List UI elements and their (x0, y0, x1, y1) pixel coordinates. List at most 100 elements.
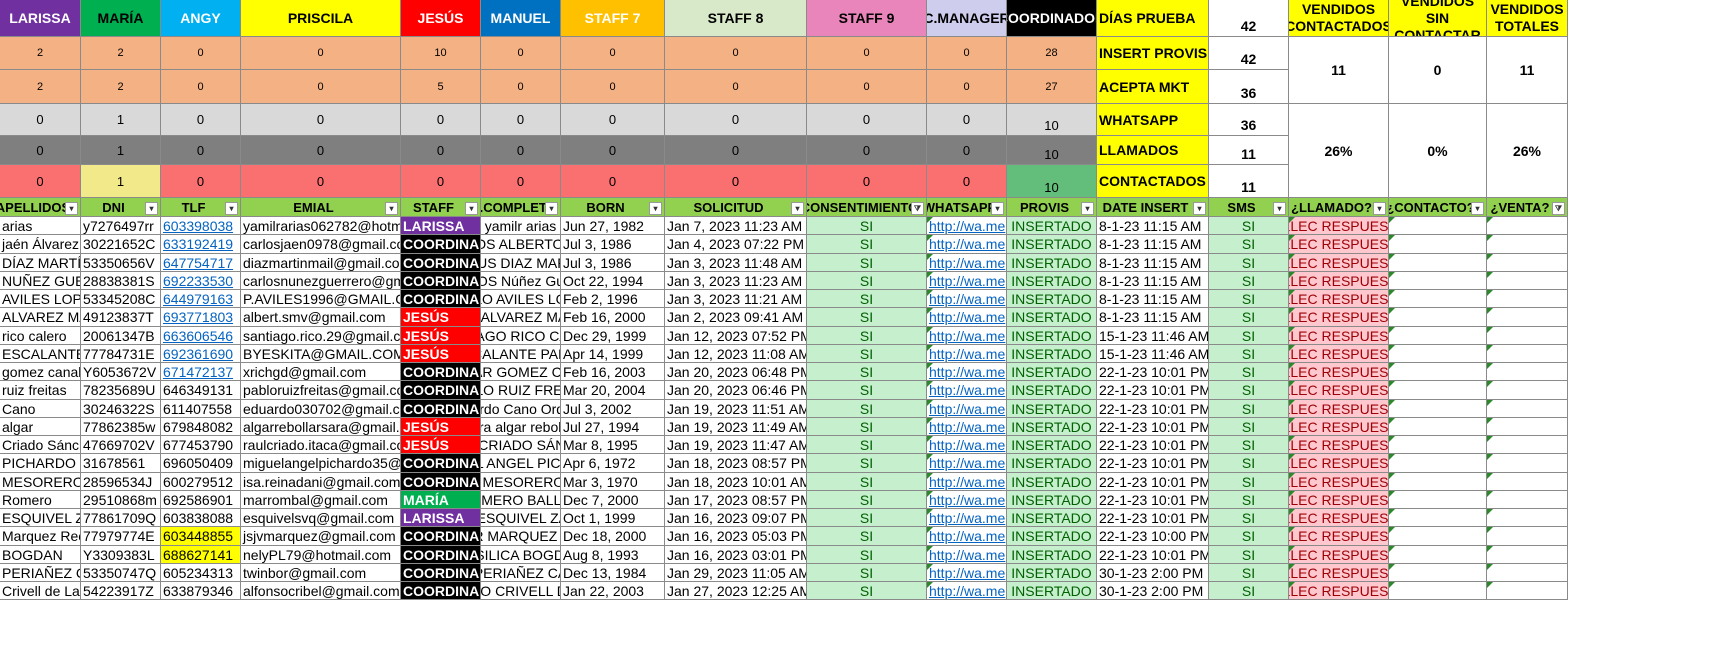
contacto-dropdown[interactable] (1389, 327, 1487, 345)
llamado-dropdown[interactable]: SELEC RESPUESTA (1289, 363, 1389, 381)
stat-cell[interactable]: 0 (161, 104, 241, 136)
stat-cell[interactable]: 0 (401, 104, 481, 136)
stat-cell[interactable]: 0 (161, 70, 241, 104)
stat-cell[interactable]: 0 (927, 165, 1007, 198)
whatsapp-link[interactable]: http://wa.me (927, 272, 1007, 290)
staff-dropdown[interactable]: COORDINADOR (401, 272, 481, 290)
contacto-dropdown[interactable] (1389, 509, 1487, 527)
whatsapp-link[interactable]: http://wa.me (927, 527, 1007, 546)
stat-cell[interactable]: 2 (81, 70, 161, 104)
whatsapp-link[interactable]: http://wa.me (927, 217, 1007, 235)
venta-dropdown[interactable] (1487, 400, 1568, 418)
filter-dropdown-icon[interactable]: ▾ (385, 202, 398, 215)
staff-header-cell[interactable]: C.MANAGER (927, 0, 1007, 37)
venta-dropdown[interactable] (1487, 454, 1568, 473)
stat-cell[interactable]: 5 (401, 70, 481, 104)
stat-cell[interactable]: 0 (161, 37, 241, 70)
llamado-dropdown[interactable]: SELEC RESPUESTA (1289, 582, 1389, 600)
stat-cell[interactable]: 1 (81, 104, 161, 136)
contacto-dropdown[interactable] (1389, 217, 1487, 235)
staff-dropdown[interactable]: LARISSA (401, 217, 481, 235)
contacto-dropdown[interactable] (1389, 491, 1487, 509)
whatsapp-link[interactable]: http://wa.me (927, 290, 1007, 308)
filter-dropdown-icon[interactable]: ▾ (1471, 202, 1484, 215)
stat-cell[interactable]: 0 (241, 70, 401, 104)
contacto-dropdown[interactable] (1389, 564, 1487, 582)
staff-dropdown[interactable]: COORDINADOR (401, 363, 481, 381)
staff-header-cell[interactable]: PRISCILA (241, 0, 401, 37)
staff-dropdown[interactable]: COORDINADOR (401, 527, 481, 546)
filter-dropdown-icon[interactable]: ▾ (65, 202, 78, 215)
llamado-dropdown[interactable]: SELEC RESPUESTA (1289, 473, 1389, 491)
contacto-dropdown[interactable] (1389, 345, 1487, 363)
cell-tlf[interactable]: 671472137 (161, 363, 241, 381)
whatsapp-link[interactable]: http://wa.me (927, 327, 1007, 345)
cell-tlf[interactable]: 633192419 (161, 235, 241, 254)
whatsapp-link[interactable]: http://wa.me (927, 491, 1007, 509)
staff-dropdown[interactable]: COORDINADOR (401, 254, 481, 272)
whatsapp-link[interactable]: http://wa.me (927, 564, 1007, 582)
staff-dropdown[interactable]: COORDINADOR (401, 290, 481, 308)
llamado-dropdown[interactable]: SELEC RESPUESTA (1289, 308, 1389, 327)
filter-dropdown-icon[interactable]: ▾ (145, 202, 158, 215)
stat-cell[interactable]: 0 (561, 136, 665, 165)
llamado-dropdown[interactable]: SELEC RESPUESTA (1289, 527, 1389, 546)
contacto-dropdown[interactable] (1389, 546, 1487, 564)
staff-dropdown[interactable]: JESÚS (401, 327, 481, 345)
venta-dropdown[interactable] (1487, 473, 1568, 491)
staff-header-cell[interactable]: LARISSA (0, 0, 81, 37)
filter-dropdown-icon[interactable]: ▾ (1081, 202, 1094, 215)
whatsapp-link[interactable]: http://wa.me (927, 418, 1007, 436)
filter-dropdown-icon[interactable]: ▾ (1193, 202, 1206, 215)
staff-dropdown[interactable]: COORDINADOR (401, 400, 481, 418)
stat-cell[interactable]: 1 (81, 165, 161, 198)
cell-tlf[interactable]: 692233530 (161, 272, 241, 290)
venta-dropdown[interactable] (1487, 381, 1568, 400)
filter-dropdown-icon[interactable]: ⧩ (1552, 202, 1565, 215)
contacto-dropdown[interactable] (1389, 454, 1487, 473)
whatsapp-link[interactable]: http://wa.me (927, 436, 1007, 454)
whatsapp-link[interactable]: http://wa.me (927, 400, 1007, 418)
filter-dropdown-icon[interactable]: ▾ (225, 202, 238, 215)
whatsapp-link[interactable]: http://wa.me (927, 454, 1007, 473)
contacto-dropdown[interactable] (1389, 254, 1487, 272)
venta-dropdown[interactable] (1487, 509, 1568, 527)
stat-cell[interactable]: 0 (481, 165, 561, 198)
stat-cell[interactable]: 0 (401, 165, 481, 198)
stat-cell[interactable]: 0 (665, 165, 807, 198)
venta-dropdown[interactable] (1487, 254, 1568, 272)
staff-header-cell[interactable]: STAFF 8 (665, 0, 807, 37)
venta-dropdown[interactable] (1487, 363, 1568, 381)
stat-cell[interactable]: 2 (81, 37, 161, 70)
staff-dropdown[interactable]: COORDINADOR (401, 454, 481, 473)
stat-cell[interactable]: 0 (241, 37, 401, 70)
stat-cell[interactable]: 0 (927, 136, 1007, 165)
stat-cell[interactable]: 0 (561, 104, 665, 136)
venta-dropdown[interactable] (1487, 527, 1568, 546)
whatsapp-link[interactable]: http://wa.me (927, 308, 1007, 327)
llamado-dropdown[interactable]: SELEC RESPUESTA (1289, 217, 1389, 235)
venta-dropdown[interactable] (1487, 491, 1568, 509)
stat-cell[interactable]: 0 (665, 70, 807, 104)
filter-dropdown-icon[interactable]: ⧩ (911, 202, 924, 215)
contacto-dropdown[interactable] (1389, 235, 1487, 254)
stat-cell[interactable]: 0 (401, 136, 481, 165)
stat-cell[interactable]: 28 (1007, 37, 1097, 70)
staff-dropdown[interactable]: COORDINADOR (401, 473, 481, 491)
staff-dropdown[interactable]: JESÚS (401, 418, 481, 436)
llamado-dropdown[interactable]: SELEC RESPUESTA (1289, 272, 1389, 290)
whatsapp-link[interactable]: http://wa.me (927, 473, 1007, 491)
contacto-dropdown[interactable] (1389, 527, 1487, 546)
stat-cell[interactable]: 0 (665, 136, 807, 165)
whatsapp-link[interactable]: http://wa.me (927, 345, 1007, 363)
stat-cell[interactable]: 0 (481, 104, 561, 136)
cell-tlf[interactable]: 693771803 (161, 308, 241, 327)
stat-cell[interactable]: 0 (561, 165, 665, 198)
venta-dropdown[interactable] (1487, 235, 1568, 254)
staff-dropdown[interactable]: COORDINADOR (401, 582, 481, 600)
staff-header-cell[interactable]: MARÍA (81, 0, 161, 37)
staff-header-cell[interactable]: COORDINADOR (1007, 0, 1097, 37)
stat-cell[interactable]: 10 (1007, 136, 1097, 165)
venta-dropdown[interactable] (1487, 418, 1568, 436)
stat-cell[interactable]: 0 (161, 136, 241, 165)
